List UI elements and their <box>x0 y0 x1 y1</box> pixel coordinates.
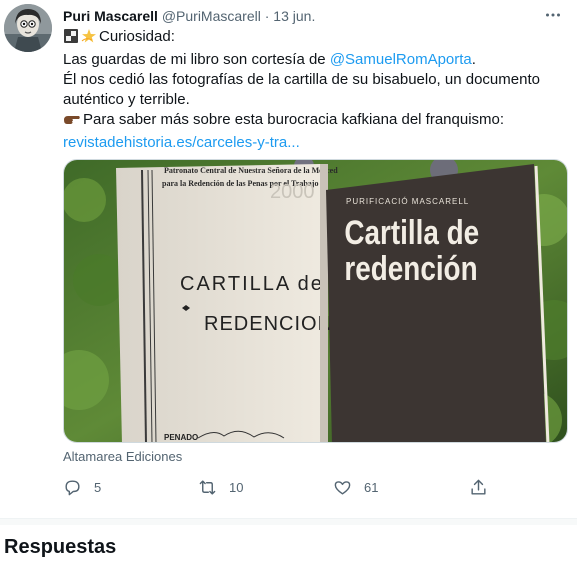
reply-button[interactable]: 5 <box>63 476 101 498</box>
tweet-date[interactable]: 13 jun. <box>273 8 315 24</box>
left-page-penado: PENADO <box>164 433 198 442</box>
dizzy-star-emoji-icon <box>81 28 97 50</box>
notebook-emoji-icon <box>63 28 79 50</box>
book-author: PURIFICACIÓ MASCARELL <box>346 197 469 206</box>
book-title-1: Cartilla de <box>344 213 479 251</box>
author-handle[interactable]: @PuriMascarell <box>162 8 261 24</box>
tweet-photo[interactable]: Patronato Central de Nuestra Señora de l… <box>63 159 568 443</box>
section-divider <box>0 518 577 525</box>
mention-link[interactable]: @SamuelRomAporta <box>330 51 472 68</box>
media-source-caption[interactable]: Altamarea Ediciones <box>63 449 182 464</box>
left-page-title-2: REDENCION <box>204 313 333 335</box>
text-line-2-pre: Las guardas de mi libro son cortesía de <box>63 51 330 68</box>
tweet-text: Curiosidad: Las guardas de mi libro son … <box>63 27 563 153</box>
reply-icon <box>65 479 80 495</box>
more-horizontal-icon[interactable] <box>543 5 563 25</box>
left-page-title-1: CARTILLA de <box>180 273 324 295</box>
heart-icon <box>334 480 351 495</box>
text-line-5: Para saber más sobre esta burocracia kaf… <box>83 111 505 128</box>
replies-heading: Respuestas <box>4 536 117 558</box>
like-count: 61 <box>364 479 379 495</box>
reply-count: 5 <box>94 479 102 495</box>
author-name[interactable]: Puri Mascarell <box>63 8 158 24</box>
pointing-hand-emoji-icon <box>63 113 81 133</box>
like-button[interactable]: 61 <box>333 476 378 498</box>
share-button[interactable] <box>469 476 500 498</box>
share-icon <box>471 479 486 495</box>
tweet[interactable]: Puri Mascarell @PuriMascarell · 13 jun. … <box>0 0 577 518</box>
retweet-count: 10 <box>229 479 244 495</box>
retweet-button[interactable]: 10 <box>198 476 243 498</box>
text-line-3: Él nos cedió las fotografías de la carti… <box>63 71 540 88</box>
avatar[interactable] <box>4 4 52 52</box>
book-title-2: redención <box>344 249 477 287</box>
tweet-actions: 5 10 61 <box>63 476 503 498</box>
text-line-2-post: . <box>471 51 476 68</box>
retweet-icon <box>199 479 216 495</box>
text-line-4: auténtico y terrible. <box>63 91 190 108</box>
text-line-1: Curiosidad: <box>99 28 175 45</box>
date-separator: · <box>264 8 270 24</box>
article-link[interactable]: revistadehistoria.es/carceles-y-tra... <box>63 133 563 153</box>
left-page-number: 2000 <box>270 181 315 203</box>
tweet-header: Puri Mascarell @PuriMascarell · 13 jun. <box>63 7 563 27</box>
left-page-header-1: Patronato Central de Nuestra Señora de l… <box>164 166 338 175</box>
